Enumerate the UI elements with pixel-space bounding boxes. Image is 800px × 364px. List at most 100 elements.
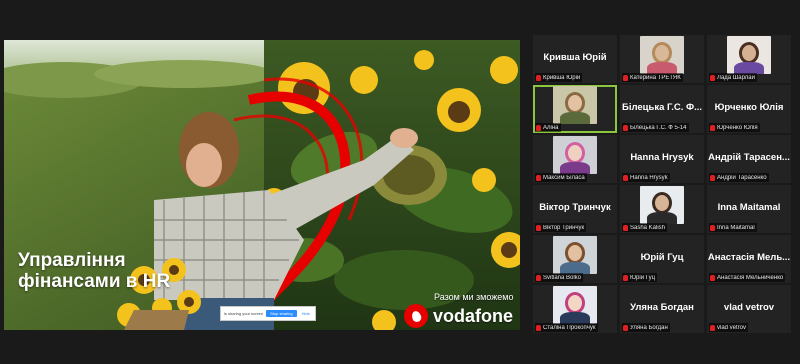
participant-video xyxy=(553,136,597,174)
participant-caption-text: Андрій Тарасенко xyxy=(717,174,767,181)
participant-name: Юрченко Юлія xyxy=(714,102,784,113)
participant-caption-text: Hanna Hrysyk xyxy=(630,174,668,181)
participant-caption: Аліна xyxy=(535,123,561,132)
muted-mic-icon xyxy=(623,74,628,81)
muted-mic-icon xyxy=(623,324,628,331)
participant-tile[interactable]: Віктор Тринчук Віктор Тринчук xyxy=(533,185,617,233)
participant-caption-text: Юрченко Юлія xyxy=(717,124,758,131)
participant-tile[interactable]: vlad vetrov vlad vetrov xyxy=(707,285,791,333)
participant-caption: Юрій Гуц xyxy=(622,273,658,282)
participant-name: Анастасія Мель... xyxy=(707,252,791,263)
participant-caption-text: Анастасія Мельниченко xyxy=(717,274,784,281)
participant-video xyxy=(640,36,684,74)
participant-caption: Лада Шарлай xyxy=(709,73,757,82)
participant-name: Білецька Г.С. Ф... xyxy=(621,102,703,113)
participant-name: Inna Maitamal xyxy=(717,202,781,213)
participant-caption: Сталіна Прокопчук xyxy=(535,323,598,332)
participant-caption: Віктор Тринчук xyxy=(535,223,587,232)
participant-name: Hanna Hrysyk xyxy=(630,152,694,163)
participant-caption: Кривша Юрій xyxy=(535,73,583,82)
participant-video xyxy=(553,286,597,324)
participant-caption-text: Кривша Юрій xyxy=(543,74,581,81)
participant-tile[interactable]: Андрій Тарасен... Андрій Тарасенко xyxy=(707,135,791,183)
participant-caption-text: Inna Maitamal xyxy=(717,224,755,231)
participant-tile[interactable]: Максим Біласа xyxy=(533,135,617,183)
slide-title: Управління фінансами в HR xyxy=(18,250,188,292)
hide-share-bar-button[interactable]: Hide xyxy=(300,310,312,317)
participant-tile[interactable]: Inna Maitamal Inna Maitamal xyxy=(707,185,791,233)
participant-caption-text: Юрій Гуц xyxy=(630,274,656,281)
participant-tile[interactable]: Svitlana Bolko xyxy=(533,235,617,283)
participant-caption-text: Сталіна Прокопчук xyxy=(543,324,596,331)
participant-tile[interactable]: Sasha Kalish xyxy=(620,185,704,233)
participant-caption-text: Svitlana Bolko xyxy=(543,274,582,281)
muted-mic-icon xyxy=(536,224,541,231)
muted-mic-icon xyxy=(536,324,541,331)
participant-tile[interactable]: Кривша Юрій Кривша Юрій xyxy=(533,35,617,83)
participant-name: Юрій Гуц xyxy=(640,252,684,263)
participant-caption: vlad vetrov xyxy=(709,323,749,332)
participant-video xyxy=(553,236,597,274)
muted-mic-icon xyxy=(536,174,541,181)
muted-mic-icon xyxy=(536,274,541,281)
muted-mic-icon xyxy=(710,324,715,331)
participant-tile[interactable]: Уляна Богдан Уляна Богдан xyxy=(620,285,704,333)
participant-caption: Inna Maitamal xyxy=(709,223,757,232)
participant-name: Андрій Тарасен... xyxy=(708,152,790,163)
participant-caption: Анастасія Мельниченко xyxy=(709,273,786,282)
slide-title-line-2: фінансами в HR xyxy=(18,271,171,292)
participant-caption-text: Sasha Kalish xyxy=(630,224,666,231)
muted-mic-icon xyxy=(536,124,541,131)
screen-share-bar: is sharing your screen Stop sharing Hide xyxy=(220,306,316,321)
participant-tile[interactable]: Білецька Г.С. Ф... Білецька Г.С. Ф 5-14 xyxy=(620,85,704,133)
shared-screen: Управління фінансами в HR Разом ми зможе… xyxy=(4,40,520,330)
participant-caption: Уляна Богдан xyxy=(622,323,670,332)
brand-name: vodafone xyxy=(433,305,514,326)
participant-caption: Sasha Kalish xyxy=(622,223,668,232)
participant-name: Кривша Юрій xyxy=(543,52,607,63)
participant-tile[interactable]: Катерина ТРЕТЯК xyxy=(620,35,704,83)
stop-sharing-button[interactable]: Stop sharing xyxy=(266,310,297,317)
muted-mic-icon xyxy=(623,124,628,131)
participant-name: Уляна Богдан xyxy=(630,302,694,313)
vodafone-logo-icon xyxy=(404,304,428,328)
muted-mic-icon xyxy=(710,74,715,81)
participant-video xyxy=(640,186,684,224)
muted-mic-icon xyxy=(623,224,628,231)
participant-tile[interactable]: Лада Шарлай xyxy=(707,35,791,83)
muted-mic-icon xyxy=(710,174,715,181)
participant-caption: Svitlana Bolko xyxy=(535,273,584,282)
participant-caption: Білецька Г.С. Ф 5-14 xyxy=(622,123,689,132)
muted-mic-icon xyxy=(710,274,715,281)
participant-name: vlad vetrov xyxy=(723,302,775,313)
muted-mic-icon xyxy=(536,74,541,81)
participant-caption: Hanna Hrysyk xyxy=(622,173,670,182)
brand-logo-row: vodafone xyxy=(404,304,513,328)
participant-caption-text: Катерина ТРЕТЯК xyxy=(630,74,681,81)
participant-caption-text: Аліна xyxy=(543,124,559,131)
participant-caption-text: Лада Шарлай xyxy=(717,74,755,81)
participant-tile[interactable]: Юрченко Юлія Юрченко Юлія xyxy=(707,85,791,133)
participant-tile[interactable]: Юрій Гуц Юрій Гуц xyxy=(620,235,704,283)
slide-title-line-1: Управління xyxy=(18,250,126,271)
participant-caption: Андрій Тарасенко xyxy=(709,173,769,182)
participant-tile[interactable]: Анастасія Мель... Анастасія Мельниченко xyxy=(707,235,791,283)
participant-tile[interactable]: Аліна xyxy=(533,85,617,133)
share-bar-info: is sharing your screen xyxy=(224,311,264,316)
participant-caption: Юрченко Юлія xyxy=(709,123,760,132)
participant-caption-text: Білецька Г.С. Ф 5-14 xyxy=(630,124,687,131)
muted-mic-icon xyxy=(623,174,628,181)
muted-mic-icon xyxy=(710,224,715,231)
participant-caption-text: vlad vetrov xyxy=(717,324,747,331)
participant-video xyxy=(727,36,771,74)
participant-caption: Максим Біласа xyxy=(535,173,587,182)
participant-video xyxy=(553,86,597,124)
participant-tile[interactable]: Сталіна Прокопчук xyxy=(533,285,617,333)
participant-caption-text: Віктор Тринчук xyxy=(543,224,585,231)
brand-slogan: Разом ми зможемо xyxy=(434,292,514,302)
participant-caption-text: Максим Біласа xyxy=(543,174,585,181)
participant-gallery: Кривша Юрій Кривша Юрій Катерина ТРЕТЯК Лад… xyxy=(533,35,791,335)
muted-mic-icon xyxy=(623,274,628,281)
participant-caption-text: Уляна Богдан xyxy=(630,324,668,331)
participant-tile[interactable]: Hanna Hrysyk Hanna Hrysyk xyxy=(620,135,704,183)
